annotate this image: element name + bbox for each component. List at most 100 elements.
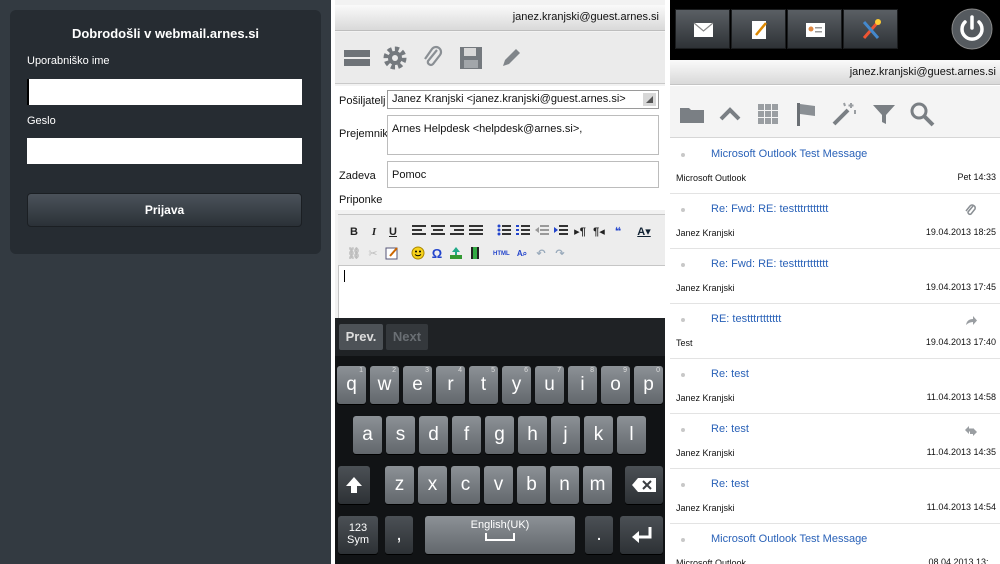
save-icon[interactable] bbox=[457, 44, 485, 72]
message-row[interactable]: Re: test Janez Kranjski 11.04.2013 14:54 bbox=[670, 469, 1000, 524]
message-subject[interactable]: Microsoft Outlook Test Message bbox=[711, 148, 867, 160]
prev-field-button[interactable]: Prev. bbox=[339, 324, 383, 350]
compose-nav-button[interactable] bbox=[731, 9, 786, 49]
key-y[interactable]: y6 bbox=[502, 366, 531, 404]
menu-icon[interactable] bbox=[343, 44, 371, 72]
key-x[interactable]: x bbox=[418, 466, 447, 504]
message-subject[interactable]: RE: testttrttttttt bbox=[711, 313, 781, 325]
key-t[interactable]: t5 bbox=[469, 366, 498, 404]
align-center-icon[interactable] bbox=[430, 224, 446, 240]
comma-key[interactable]: , bbox=[385, 516, 413, 554]
html-icon[interactable]: HTML bbox=[493, 246, 510, 262]
bullet-list-icon[interactable] bbox=[496, 224, 512, 240]
key-i[interactable]: i8 bbox=[568, 366, 597, 404]
blockquote-icon[interactable]: ❝ bbox=[610, 224, 626, 240]
message-row[interactable]: Microsoft Outlook Test Message Microsoft … bbox=[670, 139, 1000, 194]
edit-source-icon[interactable] bbox=[384, 246, 400, 262]
pencil-icon[interactable] bbox=[497, 44, 525, 72]
flag-icon[interactable] bbox=[792, 100, 820, 128]
space-key[interactable]: English(UK) bbox=[425, 516, 575, 554]
numbered-list-icon[interactable] bbox=[515, 224, 531, 240]
underline-button[interactable]: U bbox=[385, 224, 401, 240]
key-r[interactable]: r4 bbox=[436, 366, 465, 404]
indent-icon[interactable] bbox=[553, 224, 569, 240]
sender-select[interactable]: Janez Kranjski <janez.kranjski@guest.arn… bbox=[387, 90, 659, 109]
align-left-icon[interactable] bbox=[411, 224, 427, 240]
message-subject[interactable]: Re: test bbox=[711, 478, 749, 490]
key-b[interactable]: b bbox=[517, 466, 546, 504]
align-justify-icon[interactable] bbox=[468, 224, 484, 240]
search-icon[interactable] bbox=[908, 100, 936, 128]
symbols-key[interactable]: 123 Sym bbox=[338, 516, 378, 554]
message-row[interactable]: Re: test Janez Kranjski 11.04.2013 14:58 bbox=[670, 359, 1000, 414]
key-s[interactable]: s bbox=[386, 416, 415, 454]
key-w[interactable]: w2 bbox=[370, 366, 399, 404]
key-j[interactable]: j bbox=[551, 416, 580, 454]
key-l[interactable]: l bbox=[617, 416, 646, 454]
key-v[interactable]: v bbox=[484, 466, 513, 504]
mail-nav-button[interactable] bbox=[675, 9, 730, 49]
enter-key[interactable] bbox=[620, 516, 663, 554]
redo-icon[interactable]: ↷ bbox=[552, 246, 568, 262]
link-icon[interactable]: ⛓ bbox=[346, 246, 362, 262]
insert-media-icon[interactable] bbox=[467, 246, 483, 262]
key-m[interactable]: m bbox=[583, 466, 612, 504]
key-a[interactable]: a bbox=[353, 416, 382, 454]
outdent-icon[interactable] bbox=[534, 224, 550, 240]
magic-wand-icon[interactable] bbox=[830, 100, 858, 128]
emoticon-icon[interactable] bbox=[410, 246, 426, 262]
password-input[interactable] bbox=[27, 138, 302, 164]
message-row[interactable]: Microsoft Outlook Test Message Microsoft … bbox=[670, 524, 1000, 564]
unlink-icon[interactable]: ✂ bbox=[365, 246, 381, 262]
key-u[interactable]: u7 bbox=[535, 366, 564, 404]
key-c[interactable]: c bbox=[451, 466, 480, 504]
shift-key[interactable] bbox=[338, 466, 370, 504]
username-input[interactable] bbox=[27, 79, 302, 105]
login-button[interactable]: Prijava bbox=[27, 193, 302, 227]
message-subject[interactable]: Re: test bbox=[711, 423, 749, 435]
next-field-button[interactable]: Next bbox=[386, 324, 428, 350]
key-f[interactable]: f bbox=[452, 416, 481, 454]
italic-button[interactable]: I bbox=[366, 224, 382, 240]
message-subject[interactable]: Re: Fwd: RE: testttrttttttt bbox=[711, 258, 828, 270]
undo-icon[interactable]: ↶ bbox=[533, 246, 549, 262]
ltr-icon[interactable]: ▸¶ bbox=[572, 224, 588, 240]
message-body-editor[interactable] bbox=[338, 266, 665, 318]
folder-icon[interactable] bbox=[678, 100, 706, 128]
chevron-up-icon[interactable] bbox=[716, 100, 744, 128]
key-g[interactable]: g bbox=[485, 416, 514, 454]
align-right-icon[interactable] bbox=[449, 224, 465, 240]
filter-icon[interactable] bbox=[870, 100, 898, 128]
grid-icon[interactable] bbox=[754, 100, 782, 128]
backspace-key[interactable] bbox=[625, 466, 663, 504]
message-subject[interactable]: Re: Fwd: RE: testttrttttttt bbox=[711, 203, 828, 215]
gear-icon[interactable] bbox=[381, 44, 409, 72]
key-p[interactable]: p0 bbox=[634, 366, 663, 404]
special-char-icon[interactable]: Ω bbox=[429, 246, 445, 262]
text-color-icon[interactable]: A▾ bbox=[636, 224, 652, 240]
find-replace-icon[interactable]: A⌕ bbox=[514, 246, 530, 262]
settings-nav-button[interactable] bbox=[843, 9, 898, 49]
key-q[interactable]: q1 bbox=[337, 366, 366, 404]
message-row[interactable]: Re: Fwd: RE: testttrttttttt Janez Kranjsk… bbox=[670, 194, 1000, 249]
key-n[interactable]: n bbox=[550, 466, 579, 504]
message-row[interactable]: RE: testttrttttttt Test 19.04.2013 17:40 bbox=[670, 304, 1000, 359]
message-row[interactable]: Re: Fwd: RE: testttrttttttt Janez Kranjsk… bbox=[670, 249, 1000, 304]
key-h[interactable]: h bbox=[518, 416, 547, 454]
insert-image-icon[interactable] bbox=[448, 246, 464, 262]
key-o[interactable]: o9 bbox=[601, 366, 630, 404]
contacts-nav-button[interactable] bbox=[787, 9, 842, 49]
message-subject[interactable]: Microsoft Outlook Test Message bbox=[711, 533, 867, 545]
message-subject[interactable]: Re: test bbox=[711, 368, 749, 380]
key-d[interactable]: d bbox=[419, 416, 448, 454]
bold-button[interactable]: B bbox=[346, 224, 362, 240]
message-row[interactable]: Re: test Janez Kranjski 11.04.2013 14:35 bbox=[670, 414, 1000, 469]
key-e[interactable]: e3 bbox=[403, 366, 432, 404]
power-button[interactable] bbox=[950, 7, 994, 51]
recipient-field[interactable]: Arnes Helpdesk <helpdesk@arnes.si>, bbox=[387, 115, 659, 155]
subject-field[interactable]: Pomoc bbox=[387, 161, 659, 188]
key-k[interactable]: k bbox=[584, 416, 613, 454]
key-z[interactable]: z bbox=[385, 466, 414, 504]
paperclip-icon[interactable] bbox=[419, 44, 447, 72]
period-key[interactable]: . bbox=[585, 516, 613, 554]
